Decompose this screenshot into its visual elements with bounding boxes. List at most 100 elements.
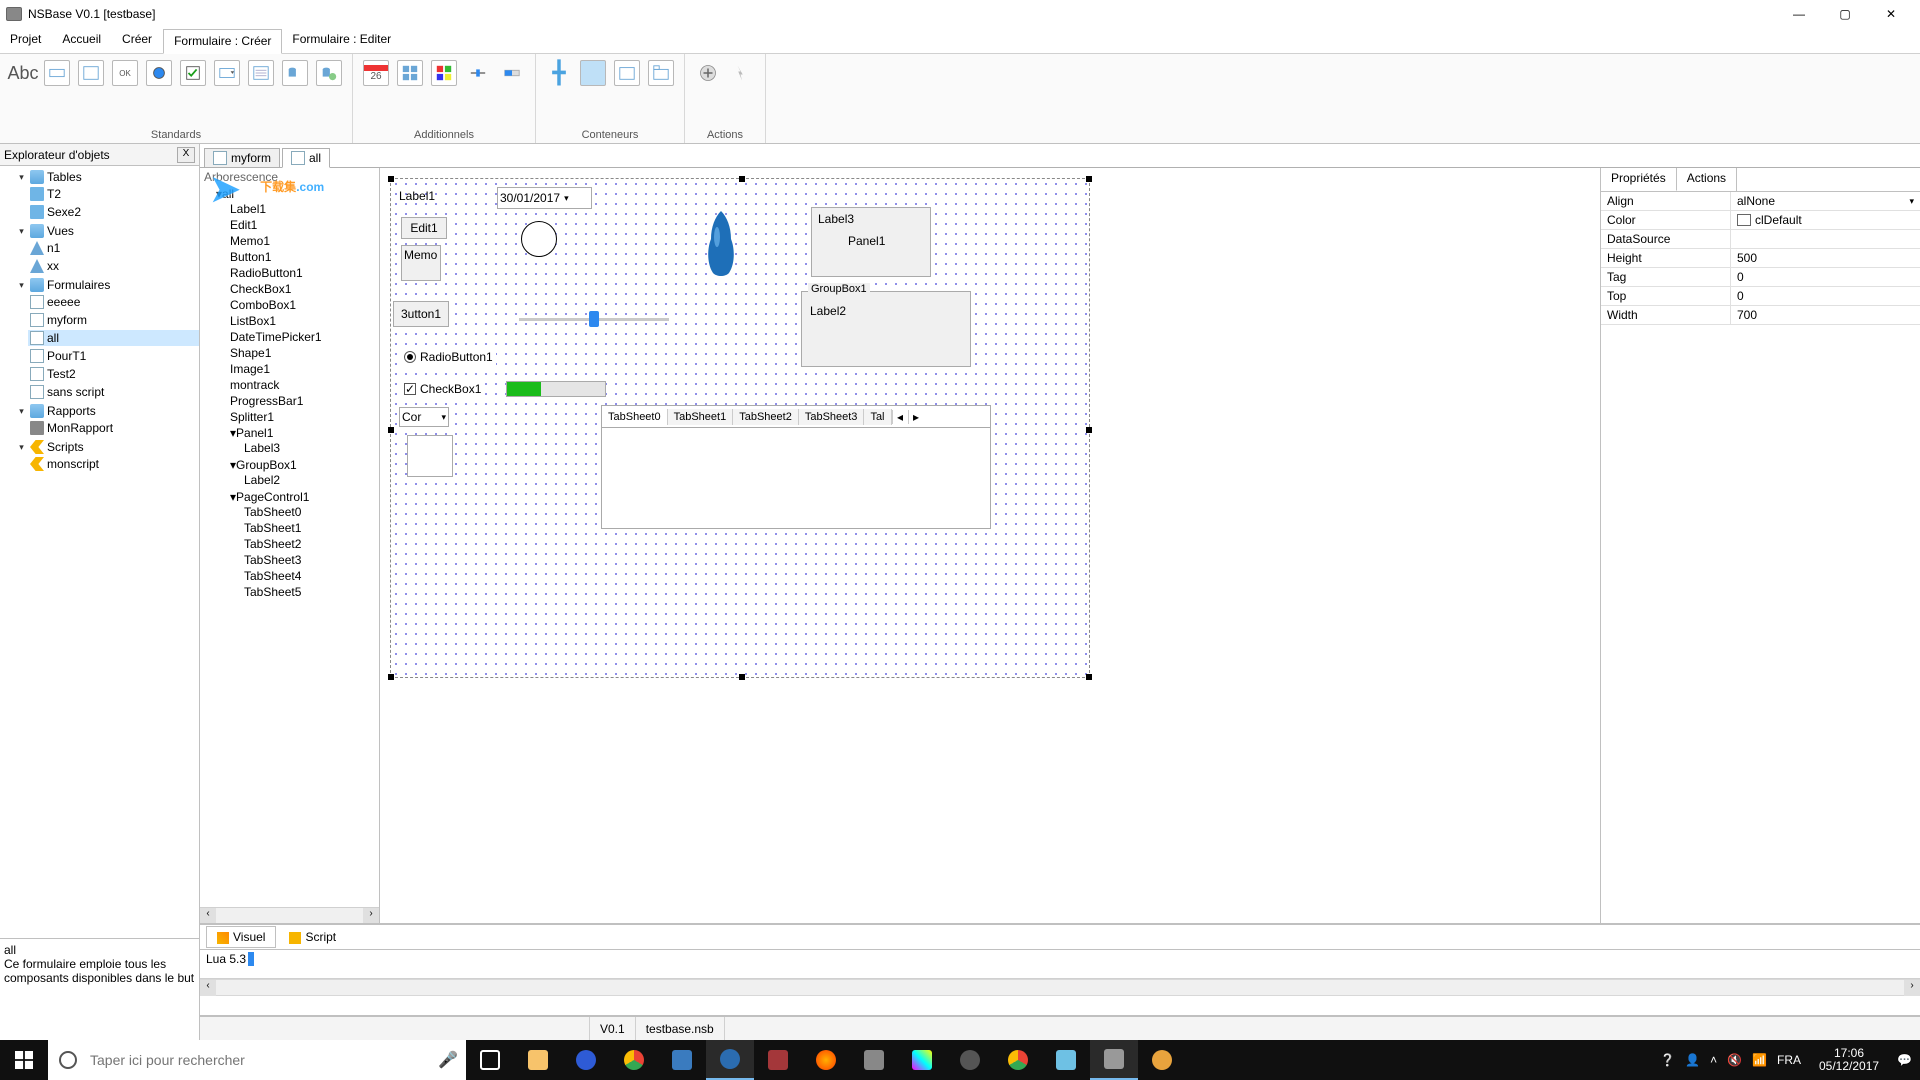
tree-test2[interactable]: Test2 — [47, 367, 76, 381]
tab-myform[interactable]: myform — [204, 148, 280, 168]
properties-grid[interactable]: AlignalNone▾ ColorclDefault DataSource H… — [1601, 192, 1920, 923]
canvas-tabsheet0[interactable]: TabSheet0 — [602, 409, 668, 425]
notifications-icon[interactable]: 💬 — [1897, 1053, 1912, 1067]
tool-label-icon[interactable]: Abc — [10, 60, 36, 86]
canvas-tabsheet1[interactable]: TabSheet1 — [668, 409, 734, 425]
tray-chevron-icon[interactable]: ˄ — [1710, 1053, 1717, 1067]
arbo-item[interactable]: Image1 — [228, 362, 379, 376]
console-hscroll[interactable]: ‹› — [200, 979, 1920, 995]
view-tab-visuel[interactable]: Visuel — [206, 926, 276, 948]
tree-scripts[interactable]: Scripts — [47, 440, 84, 454]
chrome-icon[interactable] — [610, 1040, 658, 1080]
canvas-panel1[interactable]: Label3 Panel1 — [811, 207, 931, 277]
arbo-item[interactable]: Edit1 — [228, 218, 379, 232]
tool-slider-icon[interactable] — [465, 60, 491, 86]
arbo-all[interactable]: all — [222, 187, 234, 201]
tree-tables[interactable]: Tables — [47, 170, 82, 184]
nsbase-icon[interactable] — [1090, 1040, 1138, 1080]
arbo-hscroll[interactable]: ‹› — [200, 907, 379, 923]
db-icon[interactable] — [850, 1040, 898, 1080]
thunderbird-icon[interactable] — [706, 1040, 754, 1080]
explorer-tree[interactable]: ▾Tables T2 Sexe2 ▾Vues n1 xx ▾Formulaire… — [0, 166, 199, 938]
tool-edit-icon[interactable] — [44, 60, 70, 86]
tabs-scroll-right[interactable]: ▸ — [908, 410, 924, 424]
tree-xx[interactable]: xx — [47, 259, 59, 273]
form-designer[interactable]: Label1 30/01/2017▾ Edit1 Memo 3utton1 Ra… — [380, 168, 1600, 923]
prop-val-color[interactable]: clDefault — [1755, 213, 1802, 227]
canvas-button1[interactable]: 3utton1 — [393, 301, 449, 327]
arbo-item[interactable]: montrack — [228, 378, 379, 392]
canvas-radiobutton1[interactable]: RadioButton1 — [401, 349, 496, 365]
canvas-combobox1[interactable]: Cor▾ — [399, 407, 449, 427]
arbo-item[interactable]: TabSheet0 — [242, 505, 379, 519]
tree-formulaires[interactable]: Formulaires — [47, 278, 110, 292]
arbo-item[interactable]: Button1 — [228, 250, 379, 264]
tree-sans-script[interactable]: sans script — [47, 385, 104, 399]
tree-vues[interactable]: Vues — [47, 224, 74, 238]
tool-combobox-icon[interactable] — [214, 60, 240, 86]
menu-accueil[interactable]: Accueil — [52, 28, 112, 53]
canvas-image1[interactable] — [681, 199, 761, 289]
taskview-icon[interactable] — [466, 1040, 514, 1080]
tree-pourt1[interactable]: PourT1 — [47, 349, 86, 363]
canvas-progressbar1[interactable] — [506, 381, 606, 397]
app-icon-3[interactable] — [898, 1040, 946, 1080]
tool-colorgrid-icon[interactable] — [431, 60, 457, 86]
firefox-icon[interactable] — [802, 1040, 850, 1080]
explorer-icon[interactable] — [514, 1040, 562, 1080]
taskbar-clock[interactable]: 17:06 05/12/2017 — [1811, 1047, 1887, 1073]
minimize-button[interactable]: — — [1776, 0, 1822, 28]
arbo-item[interactable]: TabSheet2 — [242, 537, 379, 551]
arborescence-tree[interactable]: ▾all Label1 Edit1 Memo1 Button1 RadioBut… — [200, 186, 379, 907]
volume-icon[interactable]: 🔇 — [1727, 1053, 1742, 1067]
arbo-panel1[interactable]: Panel1 — [236, 426, 273, 440]
tool-radio-icon[interactable] — [146, 60, 172, 86]
prop-val-align[interactable]: alNone — [1737, 194, 1775, 208]
start-button[interactable] — [0, 1040, 48, 1080]
prop-val-top[interactable]: 0 — [1737, 289, 1744, 303]
mic-icon[interactable]: 🎤 — [430, 1050, 466, 1070]
tab-all[interactable]: all — [282, 148, 330, 168]
arbo-item[interactable]: Label2 — [242, 473, 379, 487]
arbo-groupbox1[interactable]: GroupBox1 — [236, 458, 297, 472]
tool-dbgrid-icon[interactable] — [316, 60, 342, 86]
canvas-label3[interactable]: Label3 — [818, 212, 854, 226]
canvas-label1[interactable]: Label1 — [399, 189, 435, 203]
tool-pagecontrol-icon[interactable] — [648, 60, 674, 86]
menu-form-editer[interactable]: Formulaire : Editer — [282, 28, 402, 53]
arbo-item[interactable]: Label1 — [228, 202, 379, 216]
prop-val-height[interactable]: 500 — [1737, 251, 1757, 265]
canvas-tabsheet-more[interactable]: Tal — [864, 409, 891, 425]
network-icon[interactable]: 📶 — [1752, 1053, 1767, 1067]
arbo-item[interactable]: Splitter1 — [228, 410, 379, 424]
arbo-item[interactable]: ProgressBar1 — [228, 394, 379, 408]
arbo-item[interactable]: ListBox1 — [228, 314, 379, 328]
notes-icon[interactable] — [1042, 1040, 1090, 1080]
cortana-icon[interactable] — [48, 1051, 88, 1069]
tool-splitter-icon[interactable]: ╋ — [546, 60, 572, 86]
tree-t2[interactable]: T2 — [47, 187, 61, 201]
menu-form-creer[interactable]: Formulaire : Créer — [163, 29, 282, 54]
action-add-icon[interactable] — [695, 60, 721, 86]
tool-dbnav-icon[interactable] — [282, 60, 308, 86]
arbo-item[interactable]: Memo1 — [228, 234, 379, 248]
people-icon[interactable]: 👤 — [1685, 1053, 1700, 1067]
arbo-item[interactable]: CheckBox1 — [228, 282, 379, 296]
explorer-close-button[interactable]: X — [177, 147, 195, 163]
tool-button-icon[interactable]: OK — [112, 60, 138, 86]
canvas-pagecontrol1[interactable]: TabSheet0 TabSheet1 TabSheet2 TabSheet3 … — [601, 405, 991, 529]
app-icon-2[interactable] — [658, 1040, 706, 1080]
taskbar-search[interactable]: 🎤 — [48, 1040, 466, 1080]
settings-icon[interactable] — [946, 1040, 994, 1080]
canvas-tabsheet3[interactable]: TabSheet3 — [799, 409, 865, 425]
action-run-icon[interactable] — [729, 60, 755, 86]
tree-rapports[interactable]: Rapports — [47, 404, 96, 418]
arbo-item[interactable]: RadioButton1 — [228, 266, 379, 280]
tool-listbox-icon[interactable] — [248, 60, 274, 86]
prop-val-tag[interactable]: 0 — [1737, 270, 1744, 284]
canvas-edit1[interactable]: Edit1 — [401, 217, 447, 239]
paint-icon[interactable] — [1138, 1040, 1186, 1080]
canvas-listbox1[interactable] — [407, 435, 453, 477]
tree-monrapport[interactable]: MonRapport — [47, 421, 113, 435]
console-output[interactable]: Lua 5.3 — [200, 950, 1920, 979]
